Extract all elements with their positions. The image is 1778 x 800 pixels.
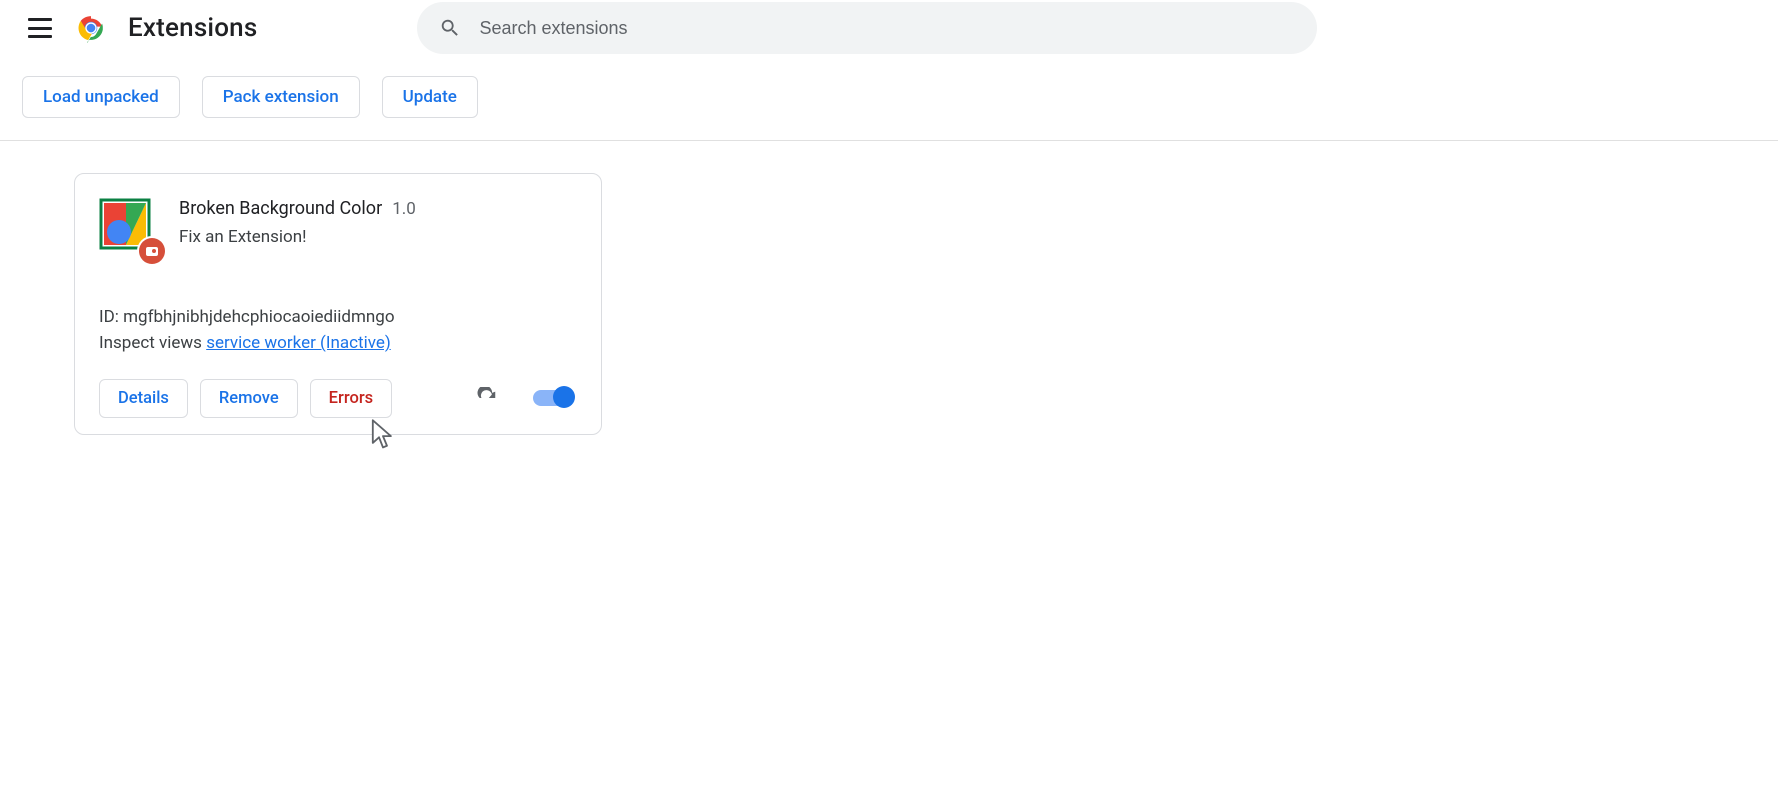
- update-button[interactable]: Update: [382, 76, 478, 118]
- extension-description: Fix an Extension!: [179, 227, 577, 247]
- chrome-logo-icon: [76, 13, 106, 43]
- enable-toggle[interactable]: [533, 390, 573, 406]
- card-actions: Details Remove Errors: [99, 379, 577, 418]
- reload-button[interactable]: [471, 382, 503, 414]
- pack-extension-button[interactable]: Pack extension: [202, 76, 360, 118]
- extension-id-value: mgfbhjnibhjdehcphiocaoiediidmngo: [123, 307, 394, 327]
- page-title: Extensions: [128, 13, 257, 43]
- search-icon: [439, 17, 461, 39]
- extension-meta: ID: mgfbhjnibhjdehcphiocaoiediidmngo Ins…: [99, 304, 577, 357]
- service-worker-link[interactable]: service worker (Inactive): [206, 333, 391, 353]
- unpacked-badge-icon: [139, 238, 165, 264]
- load-unpacked-button[interactable]: Load unpacked: [22, 76, 180, 118]
- details-button[interactable]: Details: [99, 379, 188, 418]
- search-input[interactable]: [479, 18, 1295, 39]
- remove-button[interactable]: Remove: [200, 379, 298, 418]
- extension-name: Broken Background Color: [179, 198, 382, 219]
- reload-icon: [476, 387, 498, 409]
- dev-toolbar: Load unpacked Pack extension Update: [0, 56, 1778, 141]
- errors-button[interactable]: Errors: [310, 379, 392, 418]
- extension-id-label: ID:: [99, 307, 119, 327]
- search-box[interactable]: [417, 2, 1317, 54]
- extension-version: 1.0: [392, 199, 416, 219]
- extension-icon: [99, 198, 155, 254]
- menu-icon[interactable]: [28, 16, 52, 40]
- inspect-views-label: Inspect views: [99, 333, 202, 353]
- extensions-grid: Broken Background Color 1.0 Fix an Exten…: [0, 141, 1778, 467]
- header-bar: Extensions: [0, 0, 1778, 56]
- extension-card: Broken Background Color 1.0 Fix an Exten…: [74, 173, 602, 435]
